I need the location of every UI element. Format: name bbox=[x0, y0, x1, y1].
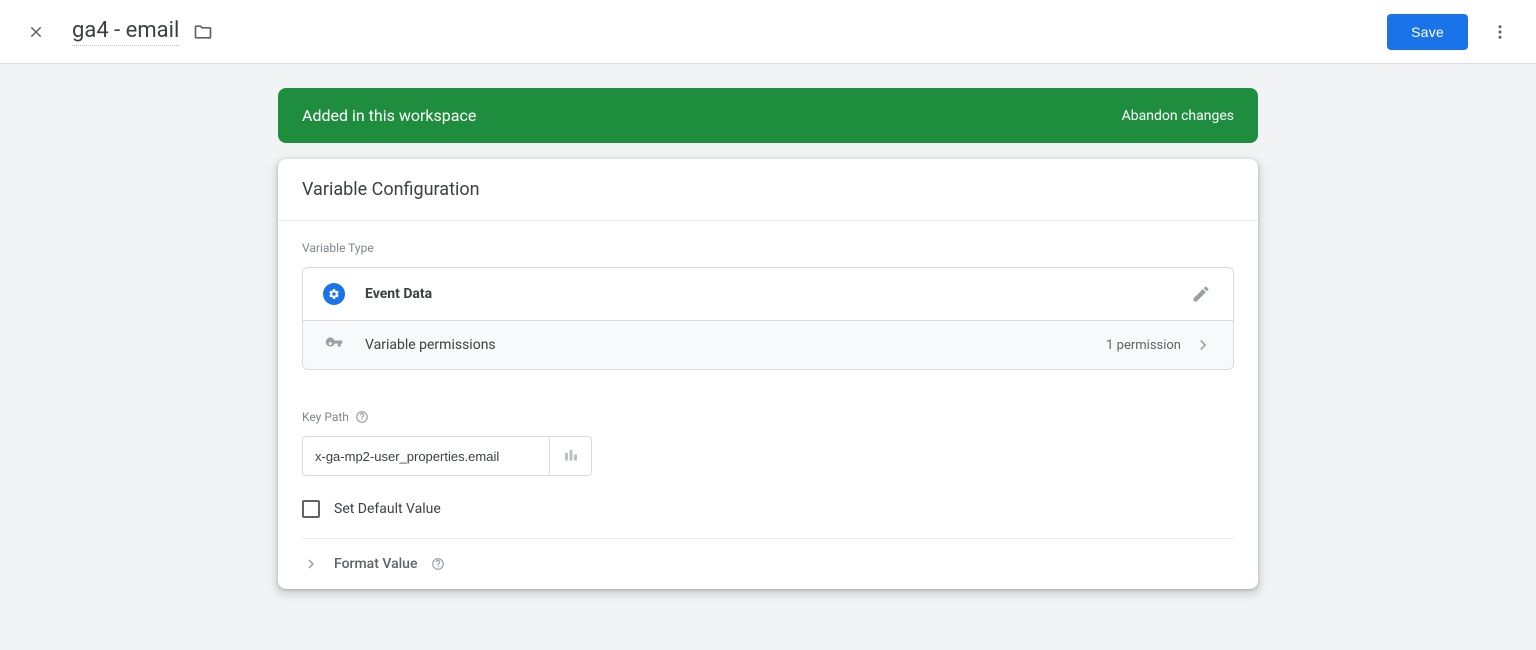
variable-type-label: Variable Type bbox=[302, 241, 1234, 255]
key-path-label: Key Path bbox=[302, 410, 1234, 424]
variable-config-card: Variable Configuration Variable Type Eve… bbox=[278, 159, 1258, 589]
close-button[interactable] bbox=[16, 12, 56, 52]
format-value-row[interactable]: Format Value bbox=[278, 539, 1258, 589]
default-value-label: Set Default Value bbox=[334, 501, 441, 517]
page-title[interactable]: ga4 - email bbox=[72, 18, 179, 46]
default-value-checkbox[interactable] bbox=[302, 500, 320, 518]
abandon-changes-button[interactable]: Abandon changes bbox=[1122, 108, 1234, 124]
key-path-input-group bbox=[302, 436, 1234, 476]
key-icon bbox=[323, 336, 345, 354]
chevron-right-icon bbox=[1193, 335, 1213, 355]
permissions-label: Variable permissions bbox=[365, 337, 496, 353]
block-icon bbox=[562, 447, 580, 465]
variable-type-name: Event Data bbox=[365, 286, 432, 302]
close-icon bbox=[27, 23, 45, 41]
content-area: Added in this workspace Abandon changes … bbox=[0, 64, 1536, 613]
variable-permissions-row[interactable]: Variable permissions 1 permission bbox=[303, 321, 1233, 369]
permissions-count: 1 permission bbox=[1106, 338, 1181, 353]
pencil-icon bbox=[1191, 284, 1211, 304]
format-value-label: Format Value bbox=[334, 556, 417, 572]
variable-picker-button[interactable] bbox=[550, 436, 592, 476]
help-icon[interactable] bbox=[355, 410, 369, 424]
more-vert-icon bbox=[1491, 23, 1509, 41]
edit-type-button[interactable] bbox=[1189, 282, 1213, 306]
workspace-banner: Added in this workspace Abandon changes bbox=[278, 88, 1258, 143]
key-path-label-text: Key Path bbox=[302, 410, 349, 424]
header-bar: ga4 - email Save bbox=[0, 0, 1536, 64]
folder-button[interactable] bbox=[191, 20, 215, 44]
key-path-section: Key Path Set Default Value bbox=[278, 390, 1258, 538]
card-title: Variable Configuration bbox=[278, 159, 1258, 221]
variable-type-box: Event Data Variable permissions 1 permis… bbox=[302, 267, 1234, 370]
folder-icon bbox=[193, 22, 213, 42]
help-icon[interactable] bbox=[431, 557, 445, 571]
banner-message: Added in this workspace bbox=[302, 106, 476, 125]
key-path-input[interactable] bbox=[302, 436, 550, 476]
save-button[interactable]: Save bbox=[1387, 14, 1468, 50]
chevron-right-icon bbox=[302, 555, 320, 573]
default-value-row: Set Default Value bbox=[302, 496, 1234, 538]
more-menu-button[interactable] bbox=[1480, 12, 1520, 52]
gear-icon bbox=[323, 283, 345, 305]
panel-wrap: Added in this workspace Abandon changes … bbox=[278, 88, 1258, 589]
variable-type-section: Variable Type Event Data bbox=[278, 221, 1258, 390]
variable-type-row[interactable]: Event Data bbox=[303, 268, 1233, 321]
